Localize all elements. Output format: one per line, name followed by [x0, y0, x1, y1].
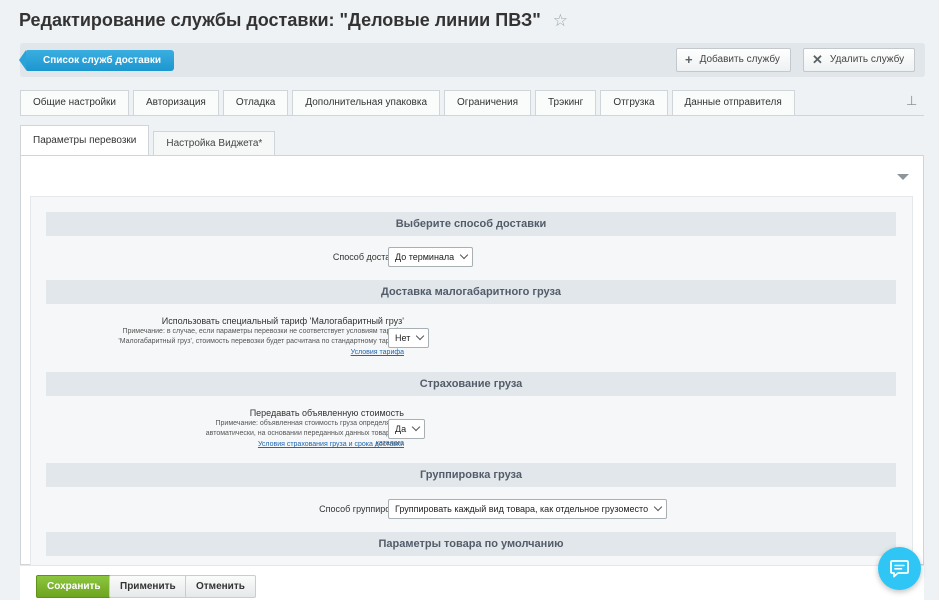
tariff-conditions-link[interactable]: Условия тарифа	[351, 349, 404, 356]
tab-tracking[interactable]: Трэкинг	[534, 90, 597, 116]
tab-restrictions[interactable]: Ограничения	[444, 90, 531, 116]
toolbar: Список служб доставки + Добавить службу …	[18, 43, 925, 77]
chevron-down-icon	[416, 331, 425, 341]
chat-bubble-icon	[890, 560, 909, 578]
form-footer: Сохранить Применить Отменить	[20, 565, 924, 600]
small-cargo-select[interactable]: Нет	[388, 328, 430, 348]
section-header-insurance: Страхование груза	[46, 372, 896, 396]
small-cargo-note: Примечание: в случае, если параметры пер…	[118, 328, 404, 345]
sub-tabs: Параметры перевозки Настройка Виджета*	[20, 125, 279, 156]
delete-service-button[interactable]: ✕ Удалить службу	[803, 48, 916, 72]
small-cargo-label: Использовать специальный тариф 'Малогаба…	[161, 316, 404, 326]
grouping-method-value: Группировать каждый вид товара, как отде…	[395, 504, 649, 514]
chat-widget-button[interactable]	[878, 547, 921, 590]
tab-shipment[interactable]: Отгрузка	[600, 90, 668, 116]
delivery-method-value: До терминала	[395, 252, 455, 262]
page-title: Редактирование службы доставки: "Деловые…	[19, 10, 541, 30]
pin-icon[interactable]: ⊥	[906, 93, 917, 109]
declared-value-select[interactable]: Да	[388, 419, 426, 439]
tabs-divider	[20, 115, 924, 116]
grouping-method-select[interactable]: Группировать каждый вид товара, как отде…	[388, 499, 668, 519]
add-service-button[interactable]: + Добавить службу	[676, 48, 791, 72]
tab-debug[interactable]: Отладка	[222, 90, 289, 116]
tab-general[interactable]: Общие настройки	[20, 90, 129, 116]
tab-sender-data[interactable]: Данные отправителя	[671, 90, 795, 116]
section-header-grouping: Группировка груза	[46, 463, 896, 487]
tab-extra-packaging[interactable]: Дополнительная упаковка	[292, 90, 441, 116]
add-service-label: Добавить службу	[699, 54, 780, 65]
section-header-small-cargo: Доставка малогабаритного груза	[46, 280, 896, 304]
content-panel: Выберите способ доставки Способ доставки…	[20, 155, 924, 566]
subtab-transport-params[interactable]: Параметры перевозки	[20, 125, 150, 156]
chevron-down-icon	[653, 502, 663, 512]
tab-authorization[interactable]: Авторизация	[133, 90, 219, 116]
insurance-conditions-link[interactable]: Условия страхования груза и срока достав…	[258, 441, 404, 448]
collapse-triangle-icon[interactable]	[897, 174, 909, 180]
settings-form: Выберите способ доставки Способ доставки…	[30, 196, 913, 566]
small-cargo-value: Нет	[395, 333, 411, 343]
apply-button[interactable]: Применить	[109, 575, 187, 598]
chevron-down-icon	[411, 422, 421, 432]
declared-value-value: Да	[395, 424, 407, 434]
declared-value-label: Передавать объявленную стоимость	[249, 408, 404, 418]
delivery-method-select[interactable]: До терминала	[388, 247, 474, 267]
close-icon: ✕	[812, 52, 823, 67]
main-tabs: Общие настройки Авторизация Отладка Допо…	[20, 90, 799, 116]
delete-service-label: Удалить службу	[829, 54, 905, 65]
chevron-down-icon	[459, 250, 469, 260]
save-button[interactable]: Сохранить	[36, 575, 112, 598]
star-icon[interactable]: ☆	[553, 12, 568, 29]
cancel-button[interactable]: Отменить	[185, 575, 256, 598]
plus-icon: +	[685, 52, 693, 67]
section-header-delivery: Выберите способ доставки	[46, 212, 896, 236]
delivery-list-link[interactable]: Список служб доставки	[18, 50, 175, 71]
section-header-defaults: Параметры товара по умолчанию	[46, 532, 896, 556]
title-row: Редактирование службы доставки: "Деловые…	[19, 10, 568, 31]
subtab-widget-settings[interactable]: Настройка Виджета*	[153, 131, 276, 156]
